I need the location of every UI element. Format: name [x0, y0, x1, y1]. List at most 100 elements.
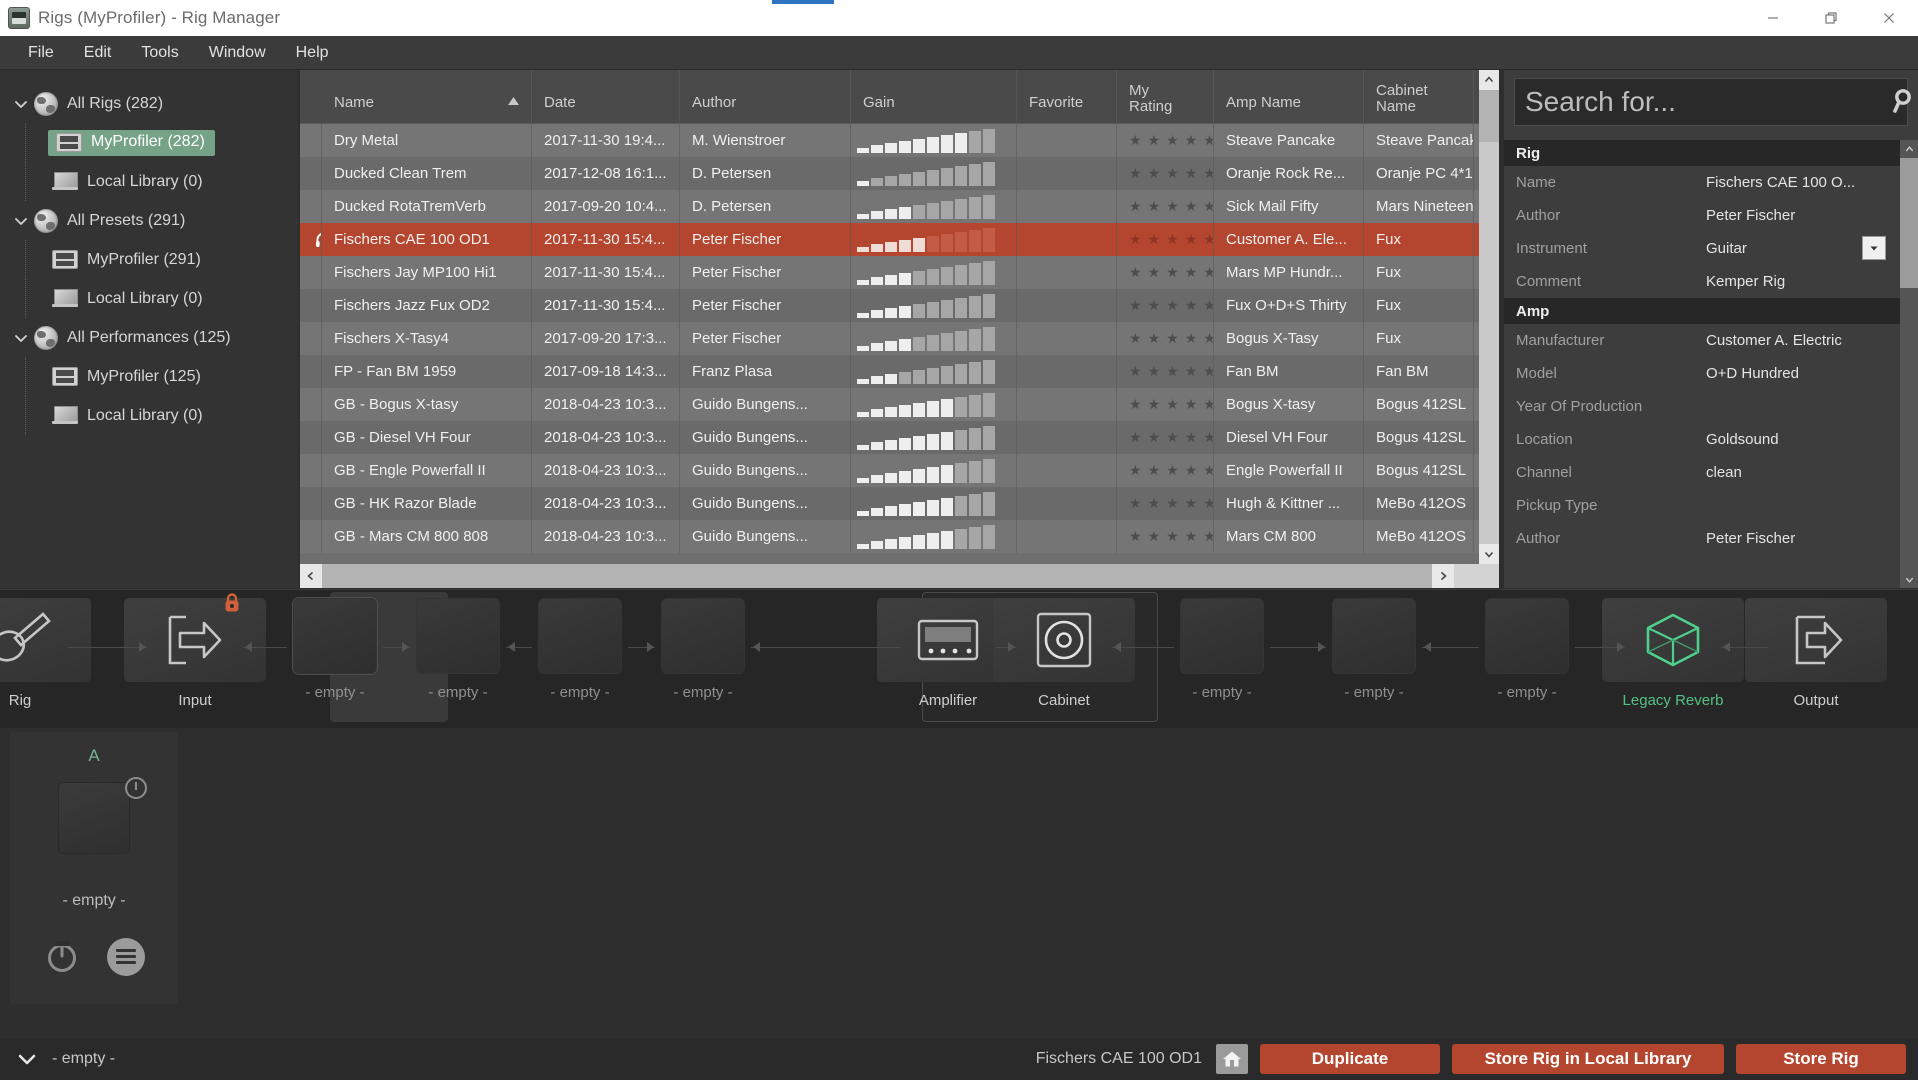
star-icon[interactable]: ★ [1185, 495, 1198, 512]
chain-slot-empty[interactable]: - empty - [1303, 598, 1445, 720]
detail-value[interactable]: Guitar [1706, 240, 1747, 257]
empty-slot-icon[interactable] [293, 598, 377, 674]
star-icon[interactable]: ★ [1148, 462, 1161, 479]
star-icon[interactable]: ★ [1185, 264, 1198, 281]
tree-group-0[interactable]: All Rigs (282) [0, 84, 298, 123]
column-header-date[interactable]: Date [532, 70, 680, 123]
menu-item-window[interactable]: Window [195, 40, 280, 66]
column-header-name[interactable]: Name [322, 70, 532, 123]
star-icon[interactable]: ★ [1203, 165, 1213, 182]
star-icon[interactable]: ★ [1129, 363, 1142, 380]
star-icon[interactable]: ★ [1148, 264, 1161, 281]
chevron-down-icon[interactable] [10, 93, 32, 115]
hscroll-thumb[interactable] [322, 564, 1432, 588]
search-icon[interactable] [1886, 87, 1916, 117]
guitar-icon[interactable] [0, 598, 91, 682]
detail-value[interactable]: O+D Hundred [1706, 365, 1799, 382]
star-icon[interactable]: ★ [1129, 264, 1142, 281]
star-icon[interactable]: ★ [1185, 165, 1198, 182]
star-icon[interactable]: ★ [1203, 330, 1213, 347]
chain-slot-empty[interactable]: - empty - [509, 598, 651, 720]
table-row[interactable]: GB - Engle Powerfall II 2018-04-23 10:3..… [300, 454, 1499, 487]
tree-group-1[interactable]: All Presets (291) [0, 201, 298, 240]
table-row[interactable]: FP - Fan BM 1959 2017-09-18 14:3... Franz … [300, 355, 1499, 388]
table-row[interactable]: GB - Bogus X-tasy 2018-04-23 10:3... Guido… [300, 388, 1499, 421]
star-icon[interactable]: ★ [1185, 198, 1198, 215]
table-row[interactable]: Fischers Jazz Fux OD2 2017-11-30 15:4... P… [300, 289, 1499, 322]
star-icon[interactable]: ★ [1148, 396, 1161, 413]
star-icon[interactable]: ★ [1129, 165, 1142, 182]
chain-slot-empty[interactable]: - empty - [632, 598, 774, 720]
detail-value[interactable]: Peter Fischer [1706, 207, 1795, 224]
minimize-icon[interactable] [1744, 0, 1802, 36]
star-icon[interactable]: ★ [1203, 495, 1213, 512]
star-icon[interactable]: ★ [1203, 198, 1213, 215]
search-box[interactable] [1514, 78, 1911, 126]
chain-slot-empty[interactable]: - empty - [387, 598, 529, 720]
star-icon[interactable]: ★ [1166, 363, 1179, 380]
star-icon[interactable]: ★ [1148, 198, 1161, 215]
column-header-gain[interactable]: Gain [851, 70, 1017, 123]
column-header-amp[interactable]: Amp Name [1214, 70, 1364, 123]
restore-icon[interactable] [1802, 0, 1860, 36]
star-icon[interactable]: ★ [1166, 297, 1179, 314]
power-icon[interactable] [43, 938, 81, 976]
reverb-cube-icon[interactable] [1602, 598, 1744, 682]
star-icon[interactable]: ★ [1185, 429, 1198, 446]
chain-slot-empty[interactable]: - empty - [1151, 598, 1293, 720]
star-icon[interactable]: ★ [1129, 297, 1142, 314]
star-icon[interactable]: ★ [1166, 528, 1179, 545]
rating-stars[interactable]: ★ ★ ★ ★ ★ [1129, 198, 1213, 215]
menu-item-help[interactable]: Help [282, 40, 343, 66]
star-icon[interactable]: ★ [1203, 396, 1213, 413]
sidebar-item-local-library-0[interactable]: Local Library (0) [0, 279, 298, 318]
star-icon[interactable]: ★ [1166, 198, 1179, 215]
table-horizontal-scrollbar[interactable] [300, 564, 1499, 588]
chain-slot-empty[interactable]: - empty - [1456, 598, 1598, 720]
tree-group-2[interactable]: All Performances (125) [0, 318, 298, 357]
empty-slot-icon[interactable] [1485, 598, 1569, 674]
star-icon[interactable]: ★ [1185, 132, 1198, 149]
star-icon[interactable]: ★ [1129, 231, 1142, 248]
star-icon[interactable]: ★ [1148, 495, 1161, 512]
star-icon[interactable]: ★ [1148, 363, 1161, 380]
star-icon[interactable]: ★ [1203, 429, 1213, 446]
rating-stars[interactable]: ★ ★ ★ ★ ★ [1129, 495, 1213, 512]
store-rig-in-local-library-button[interactable]: Store Rig in Local Library [1452, 1044, 1724, 1074]
detail-value[interactable]: Kemper Rig [1706, 273, 1785, 290]
sidebar-item-local-library-0[interactable]: Local Library (0) [0, 396, 298, 435]
sidebar-item-local-library-0[interactable]: Local Library (0) [0, 162, 298, 201]
detail-value[interactable]: Peter Fischer [1706, 530, 1795, 547]
star-icon[interactable]: ★ [1129, 462, 1142, 479]
star-icon[interactable]: ★ [1129, 495, 1142, 512]
table-row[interactable]: GB - HK Razor Blade 2018-04-23 10:3... Gui… [300, 487, 1499, 520]
star-icon[interactable]: ★ [1203, 264, 1213, 281]
empty-slot-icon[interactable] [416, 598, 500, 674]
column-header-rating[interactable]: My Rating [1117, 70, 1214, 123]
menu-item-file[interactable]: File [14, 40, 68, 66]
column-header-favorite[interactable]: Favorite [1017, 70, 1117, 123]
star-icon[interactable]: ★ [1166, 132, 1179, 149]
star-icon[interactable]: ★ [1203, 231, 1213, 248]
scroll-up-button[interactable] [1479, 70, 1499, 90]
module-thumbnail[interactable] [58, 777, 147, 854]
empty-slot-icon[interactable] [1180, 598, 1264, 674]
lock-icon[interactable] [222, 592, 240, 612]
detail-value[interactable]: Customer A. Electric [1706, 332, 1842, 349]
star-icon[interactable]: ★ [1129, 198, 1142, 215]
chain-slot-legacy-reverb[interactable]: Legacy Reverb [1602, 598, 1744, 720]
chain-slot-empty[interactable]: - empty - [264, 598, 406, 720]
cabinet-speaker-icon[interactable] [993, 598, 1135, 682]
star-icon[interactable]: ★ [1185, 297, 1198, 314]
chain-slot-output[interactable]: Output [1745, 598, 1887, 720]
rating-stars[interactable]: ★ ★ ★ ★ ★ [1129, 528, 1213, 545]
star-icon[interactable]: ★ [1148, 297, 1161, 314]
detail-row-instrument[interactable]: Instrument Guitar [1504, 232, 1900, 265]
star-icon[interactable]: ★ [1203, 297, 1213, 314]
table-row[interactable]: Dry Metal 2017-11-30 19:4... M. Wienstroer… [300, 124, 1499, 157]
chain-slot-cabinet[interactable]: Cabinet [993, 598, 1135, 720]
star-icon[interactable]: ★ [1129, 330, 1142, 347]
star-icon[interactable]: ★ [1185, 462, 1198, 479]
star-icon[interactable]: ★ [1166, 429, 1179, 446]
column-header-author[interactable]: Author [680, 70, 851, 123]
